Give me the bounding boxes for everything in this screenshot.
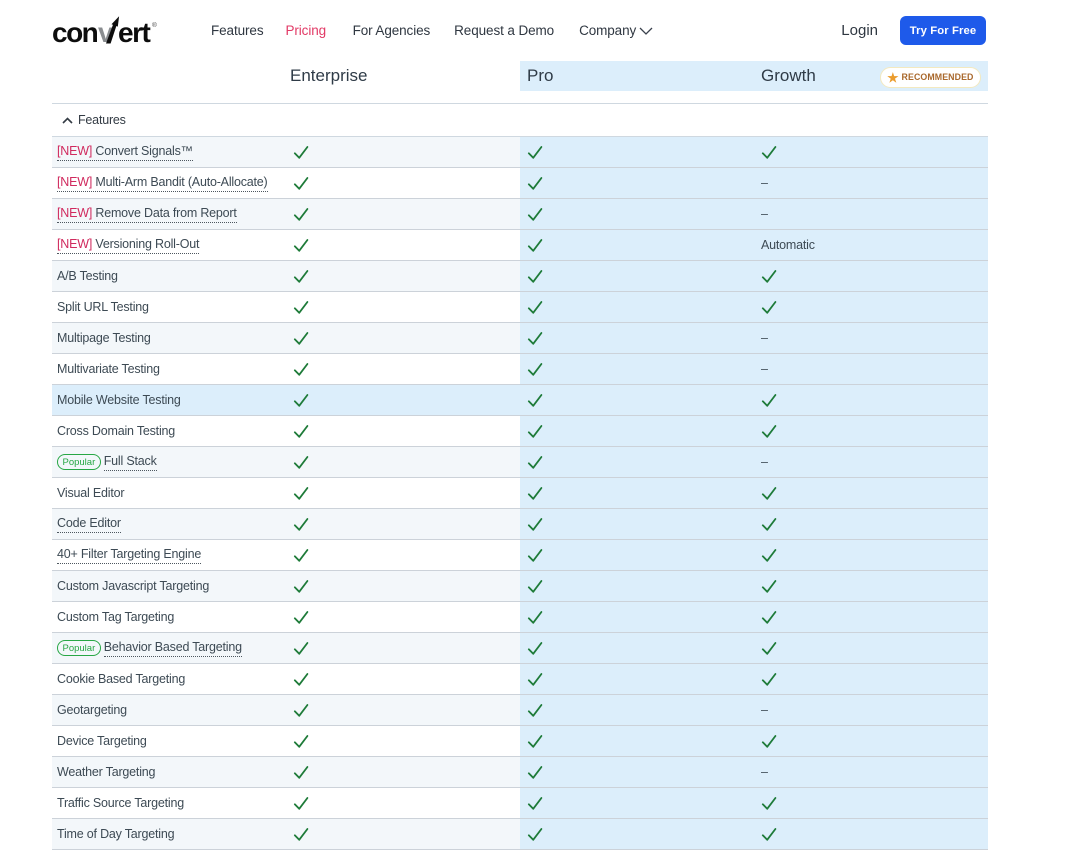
svg-text:®: ®	[152, 21, 157, 29]
svg-text:con: con	[52, 17, 98, 48]
svg-text:ert: ert	[118, 17, 150, 48]
